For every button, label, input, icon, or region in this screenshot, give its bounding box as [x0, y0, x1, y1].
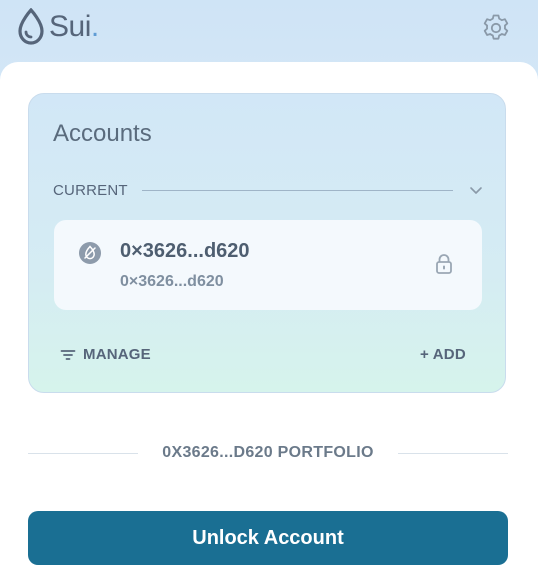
- top-bar: Sui.: [0, 0, 538, 62]
- current-section-header[interactable]: CURRENT: [53, 180, 483, 200]
- sui-logo: Sui.: [15, 8, 99, 46]
- current-label: CURRENT: [53, 181, 128, 199]
- portfolio-label: 0X3626...D620 PORTFOLIO: [162, 444, 374, 461]
- divider: [141, 189, 453, 191]
- divider: [397, 452, 508, 454]
- sui-drop-icon: [18, 8, 44, 45]
- gear-icon[interactable]: [480, 12, 512, 44]
- portfolio-header: 0X3626...D620 PORTFOLIO: [28, 443, 508, 463]
- main-panel: Accounts CURRENT 0×3626...d620 0×3626...…: [0, 62, 538, 569]
- logo-text: Sui: [49, 10, 91, 43]
- lock-icon[interactable]: [435, 253, 453, 275]
- add-label: + ADD: [420, 346, 466, 363]
- accounts-card: Accounts CURRENT 0×3626...d620 0×3626...…: [28, 93, 506, 393]
- manage-label: MANAGE: [83, 346, 151, 363]
- manage-button[interactable]: MANAGE: [60, 346, 151, 363]
- accounts-title: Accounts: [53, 120, 152, 147]
- account-name: 0×3626...d620: [120, 240, 250, 262]
- account-address: 0×3626...d620: [120, 273, 224, 290]
- logo-dot: .: [90, 10, 100, 43]
- account-item[interactable]: 0×3626...d620 0×3626...d620: [54, 220, 482, 310]
- account-avatar-icon: [79, 242, 101, 264]
- filter-icon: [60, 349, 76, 360]
- divider: [28, 452, 139, 454]
- add-account-button[interactable]: + ADD: [420, 346, 466, 363]
- unlock-account-button[interactable]: Unlock Account: [28, 511, 508, 565]
- chevron-down-icon[interactable]: [469, 183, 483, 197]
